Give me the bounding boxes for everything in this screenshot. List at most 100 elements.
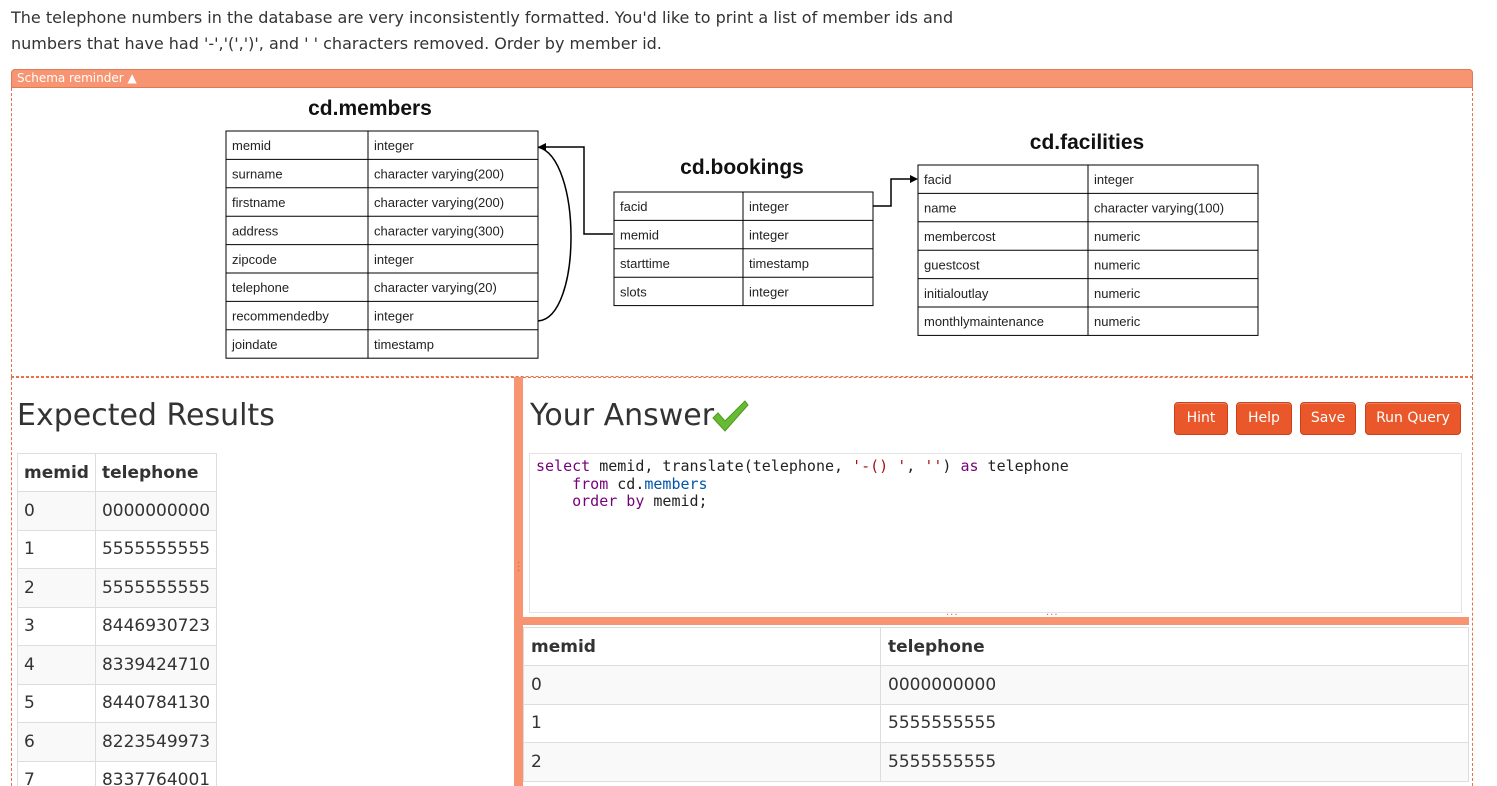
members-table-title: cd.members — [308, 97, 432, 120]
facilities-table: facid integer name character varying(100) me… — [917, 164, 1259, 336]
arrowhead-icon — [910, 175, 918, 183]
schema-column-name: guestcost — [924, 257, 980, 272]
schema-column-name: telephone — [232, 280, 289, 295]
schema-column-type: integer — [749, 228, 789, 243]
table-row: 0 0000000000 — [523, 665, 1469, 705]
table-cell: 5555555555 — [94, 568, 218, 608]
schema-column-type: numeric — [1094, 314, 1141, 329]
schema-column-name: firstname — [232, 195, 285, 210]
schema-column-type: character varying(100) — [1094, 201, 1224, 216]
save-button[interactable]: Save — [1300, 402, 1356, 435]
hint-button[interactable]: Hint — [1174, 402, 1228, 435]
drag-handle-icon: ··· — [946, 610, 959, 621]
schema-column-type: integer — [374, 138, 414, 153]
table-cell: 0000000000 — [94, 491, 218, 531]
schema-column-type: timestamp — [749, 256, 809, 271]
table-cell: 2 — [523, 742, 881, 782]
table-cell: 1 — [523, 703, 881, 743]
schema-column-name: memid — [620, 228, 659, 243]
column-header-memid: memid — [523, 627, 881, 666]
bookings-table: facid integer memid integer starttime timesta… — [613, 191, 874, 307]
table-cell: 4 — [17, 645, 96, 685]
schema-reminder-toggle[interactable]: Schema reminder ▲ — [11, 69, 1473, 88]
table-cell: 0 — [523, 665, 881, 705]
table-row: 4 8339424710 — [17, 645, 218, 685]
table-cell: 8446930723 — [94, 606, 218, 646]
schema-column-type: integer — [374, 309, 414, 324]
table-cell: 8223549973 — [94, 722, 218, 762]
schema-column-type: integer — [749, 199, 789, 214]
your-answer-heading: Your Answer — [530, 398, 715, 433]
checkmark-icon — [712, 400, 749, 432]
schema-column-name: zipcode — [232, 252, 277, 267]
schema-column-type: numeric — [1094, 257, 1141, 272]
schema-column-type: numeric — [1094, 229, 1141, 244]
schema-column-type: character varying(20) — [374, 280, 497, 295]
table-row: 7 8337764001 — [17, 760, 218, 786]
drag-handle-icon: ··· — [1046, 610, 1059, 621]
table-header-row: memid telephone — [523, 627, 1469, 666]
schema-column-type: numeric — [1094, 286, 1141, 301]
schema-column-name: joindate — [231, 337, 278, 352]
schema-column-name: membercost — [924, 229, 996, 244]
schema-column-name: recommendedby — [232, 309, 329, 324]
bookings-facid-link — [873, 178, 911, 207]
table-cell: 5 — [17, 683, 96, 723]
schema-column-type: integer — [749, 284, 789, 299]
table-header-row: memid telephone — [17, 453, 218, 492]
column-header-memid: memid — [17, 453, 96, 492]
members-table: memid integer surname character varying(200… — [225, 130, 539, 359]
expected-results-panel: Expected Results memid telephone 0 0000000… — [11, 377, 514, 786]
table-row: 0 0000000000 — [17, 491, 218, 531]
recommendedby-self-link — [537, 146, 572, 322]
schema-column-name: starttime — [620, 256, 670, 271]
table-cell: 5555555555 — [880, 703, 1469, 743]
schema-svg: cd.members memid integer surname character … — [225, 97, 1259, 359]
schema-column-type: timestamp — [374, 337, 434, 352]
schema-column-type: integer — [374, 252, 414, 267]
table-cell: 0000000000 — [880, 665, 1469, 705]
table-cell: 0 — [17, 491, 96, 531]
schema-column-name: slots — [620, 284, 647, 299]
schema-column-name: facid — [620, 199, 647, 214]
help-button[interactable]: Help — [1236, 402, 1292, 435]
drag-handle-icon: ··· — [517, 558, 521, 577]
your-answer-panel: Your Answer Hint Help Save Run Query sel… — [523, 377, 1473, 786]
schema-column-name: initialoutlay — [924, 286, 989, 301]
table-cell: 5555555555 — [94, 529, 218, 569]
schema-column-type: integer — [1094, 172, 1134, 187]
table-cell: 7 — [17, 760, 96, 786]
table-row: 2 5555555555 — [17, 568, 218, 608]
schema-column-name: name — [924, 201, 957, 216]
schema-column-type: character varying(300) — [374, 223, 504, 238]
sql-editor[interactable]: select memid, translate(telephone, '-() … — [529, 453, 1462, 613]
run-query-button[interactable]: Run Query — [1365, 402, 1461, 435]
table-row: 6 8223549973 — [17, 722, 218, 762]
table-body: 0 0000000000 1 5555555555 2 5555555555 — [523, 665, 1469, 782]
horizontal-splitter[interactable]: ··· ··· — [523, 610, 1469, 625]
table-body: 0 0000000000 1 5555555555 2 5555555555 3 844693… — [17, 491, 218, 786]
table-cell: 3 — [17, 606, 96, 646]
vertical-splitter[interactable]: · · · — [514, 377, 523, 786]
table-row: 3 8446930723 — [17, 606, 218, 646]
schema-column-name: surname — [232, 167, 283, 182]
schema-column-type: character varying(200) — [374, 195, 504, 210]
bookings-table-title: cd.bookings — [680, 156, 804, 179]
schema-column-name: memid — [232, 138, 271, 153]
column-header-telephone: telephone — [880, 627, 1469, 666]
column-header-telephone: telephone — [94, 453, 218, 492]
table-row: 1 5555555555 — [17, 529, 218, 569]
schema-column-type: character varying(200) — [374, 167, 504, 182]
table-cell: 8440784130 — [94, 683, 218, 723]
expected-results-heading: Expected Results — [17, 398, 275, 433]
schema-diagram: cd.members memid integer surname character … — [11, 88, 1473, 377]
table-cell: 6 — [17, 722, 96, 762]
expected-results-table: memid telephone 0 0000000000 1 5555555555 2 55… — [17, 453, 218, 786]
table-cell: 1 — [17, 529, 96, 569]
query-results-table: memid telephone 0 0000000000 1 5555555555 2 55… — [523, 627, 1469, 782]
table-row: 1 5555555555 — [523, 703, 1469, 743]
schema-column-name: monthlymaintenance — [924, 314, 1044, 329]
facilities-table-title: cd.facilities — [1030, 131, 1144, 154]
schema-column-name: address — [232, 223, 279, 238]
table-row: 2 5555555555 — [523, 742, 1469, 782]
